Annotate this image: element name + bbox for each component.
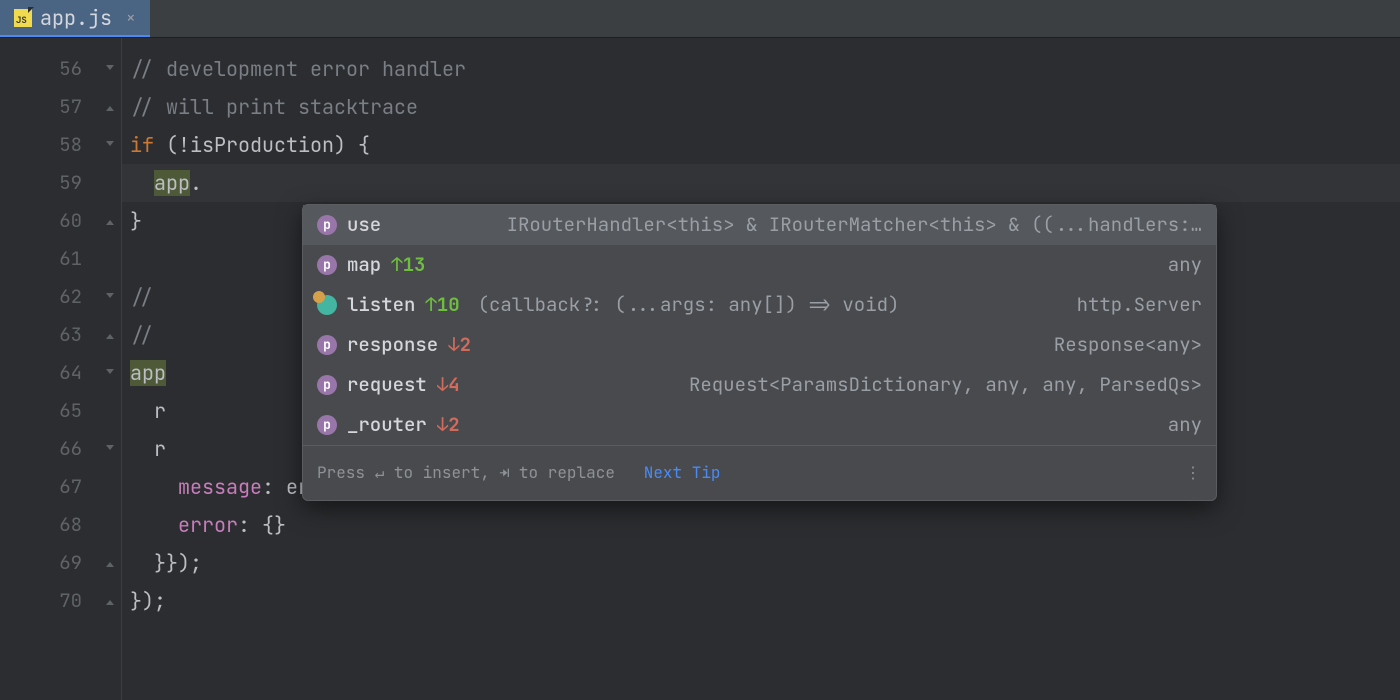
- completion-item-request[interactable]: p request ↓4 Request<ParamsDictionary, any,…: [303, 365, 1216, 405]
- completion-name: use: [347, 206, 381, 244]
- fold-marker[interactable]: [98, 316, 121, 354]
- rank-indicator: ↓2: [448, 326, 471, 364]
- completion-footer: Press ↵ to insert, ⇥ to replace Next Tip…: [303, 445, 1216, 500]
- code-area[interactable]: // development error handler// will prin…: [122, 38, 1400, 700]
- function-icon: [317, 295, 337, 315]
- line-number: 65: [0, 392, 98, 430]
- line-number: 58: [0, 126, 98, 164]
- line-number: 68: [0, 506, 98, 544]
- enter-key-icon: ↵: [375, 454, 385, 492]
- line-number-gutter: 565758596061626364656667686970: [0, 38, 98, 700]
- completion-type: any: [1168, 246, 1202, 284]
- line-number: 66: [0, 430, 98, 468]
- completion-signature: (callback?: (...args: any[]) => void): [478, 286, 900, 324]
- completion-type: Request<ParamsDictionary, any, any, Pars…: [689, 366, 1202, 404]
- line-number: 67: [0, 468, 98, 506]
- fold-marker[interactable]: [98, 354, 121, 392]
- line-number: 61: [0, 240, 98, 278]
- fold-marker: [98, 392, 121, 430]
- fold-marker: [98, 468, 121, 506]
- completion-hint: Press ↵ to insert, ⇥ to replace Next Tip: [317, 454, 721, 492]
- completion-name: map: [347, 246, 381, 284]
- fold-marker[interactable]: [98, 278, 121, 316]
- completion-type: any: [1168, 406, 1202, 444]
- completion-item-_router[interactable]: p _router ↓2 any: [303, 405, 1216, 445]
- property-icon: p: [317, 215, 337, 235]
- property-icon: p: [317, 415, 337, 435]
- completion-popup: puseIRouterHandler<this> & IRouterMatche…: [302, 204, 1217, 501]
- completion-item-listen[interactable]: listen ↑10 (callback?: (...args: any[]) =>…: [303, 285, 1216, 325]
- line-number: 70: [0, 582, 98, 620]
- fold-marker[interactable]: [98, 88, 121, 126]
- completion-name: response: [347, 326, 438, 364]
- completion-name: request: [347, 366, 427, 404]
- fold-marker[interactable]: [98, 202, 121, 240]
- completion-item-response[interactable]: p response ↓2 Response<any>: [303, 325, 1216, 365]
- next-tip-link[interactable]: Next Tip: [644, 462, 721, 483]
- fold-marker: [98, 240, 121, 278]
- line-number: 57: [0, 88, 98, 126]
- completion-item-map[interactable]: pmap ↑13 any: [303, 245, 1216, 285]
- completion-type: Response<any>: [1054, 326, 1202, 364]
- completion-item-use[interactable]: puse IRouterHandler<this> & IRouterMatche…: [303, 205, 1216, 245]
- tab-app-js[interactable]: JS app.js ×: [0, 0, 150, 37]
- property-icon: p: [317, 375, 337, 395]
- rank-indicator: ↑10: [425, 286, 459, 324]
- fold-marker[interactable]: [98, 126, 121, 164]
- rank-indicator: ↓2: [437, 406, 460, 444]
- completion-type: IRouterHandler<this> & IRouterMatcher<th…: [507, 206, 1202, 244]
- tab-bar: JS app.js ×: [0, 0, 1400, 38]
- close-tab-icon[interactable]: ×: [126, 7, 136, 28]
- completion-type: http.Server: [1077, 286, 1202, 324]
- code-line[interactable]: if (!isProduction) {: [122, 126, 1400, 164]
- editor: 565758596061626364656667686970 // develo…: [0, 38, 1400, 700]
- rank-indicator: ↑13: [391, 246, 425, 284]
- line-number: 59: [0, 164, 98, 202]
- fold-gutter: [98, 38, 122, 700]
- code-line[interactable]: }});: [122, 544, 1400, 582]
- fold-marker[interactable]: [98, 430, 121, 468]
- completion-name: listen: [347, 286, 415, 324]
- fold-marker: [98, 164, 121, 202]
- fold-marker[interactable]: [98, 544, 121, 582]
- rank-indicator: ↓4: [437, 366, 460, 404]
- code-line[interactable]: // development error handler: [122, 50, 1400, 88]
- fold-marker[interactable]: [98, 582, 121, 620]
- completion-name: _router: [347, 406, 427, 444]
- code-line[interactable]: });: [122, 582, 1400, 620]
- js-file-icon: JS: [14, 9, 32, 27]
- line-number: 56: [0, 50, 98, 88]
- code-line[interactable]: error: {}: [122, 506, 1400, 544]
- fold-marker[interactable]: [98, 50, 121, 88]
- property-icon: p: [317, 335, 337, 355]
- tab-key-icon: ⇥: [499, 454, 509, 492]
- line-number: 69: [0, 544, 98, 582]
- code-line[interactable]: app.: [122, 164, 1400, 202]
- property-icon: p: [317, 255, 337, 275]
- line-number: 63: [0, 316, 98, 354]
- completion-menu-icon[interactable]: ⋮: [1185, 454, 1202, 492]
- line-number: 64: [0, 354, 98, 392]
- fold-marker: [98, 506, 121, 544]
- line-number: 62: [0, 278, 98, 316]
- tab-filename: app.js: [40, 5, 112, 31]
- line-number: 60: [0, 202, 98, 240]
- code-line[interactable]: // will print stacktrace: [122, 88, 1400, 126]
